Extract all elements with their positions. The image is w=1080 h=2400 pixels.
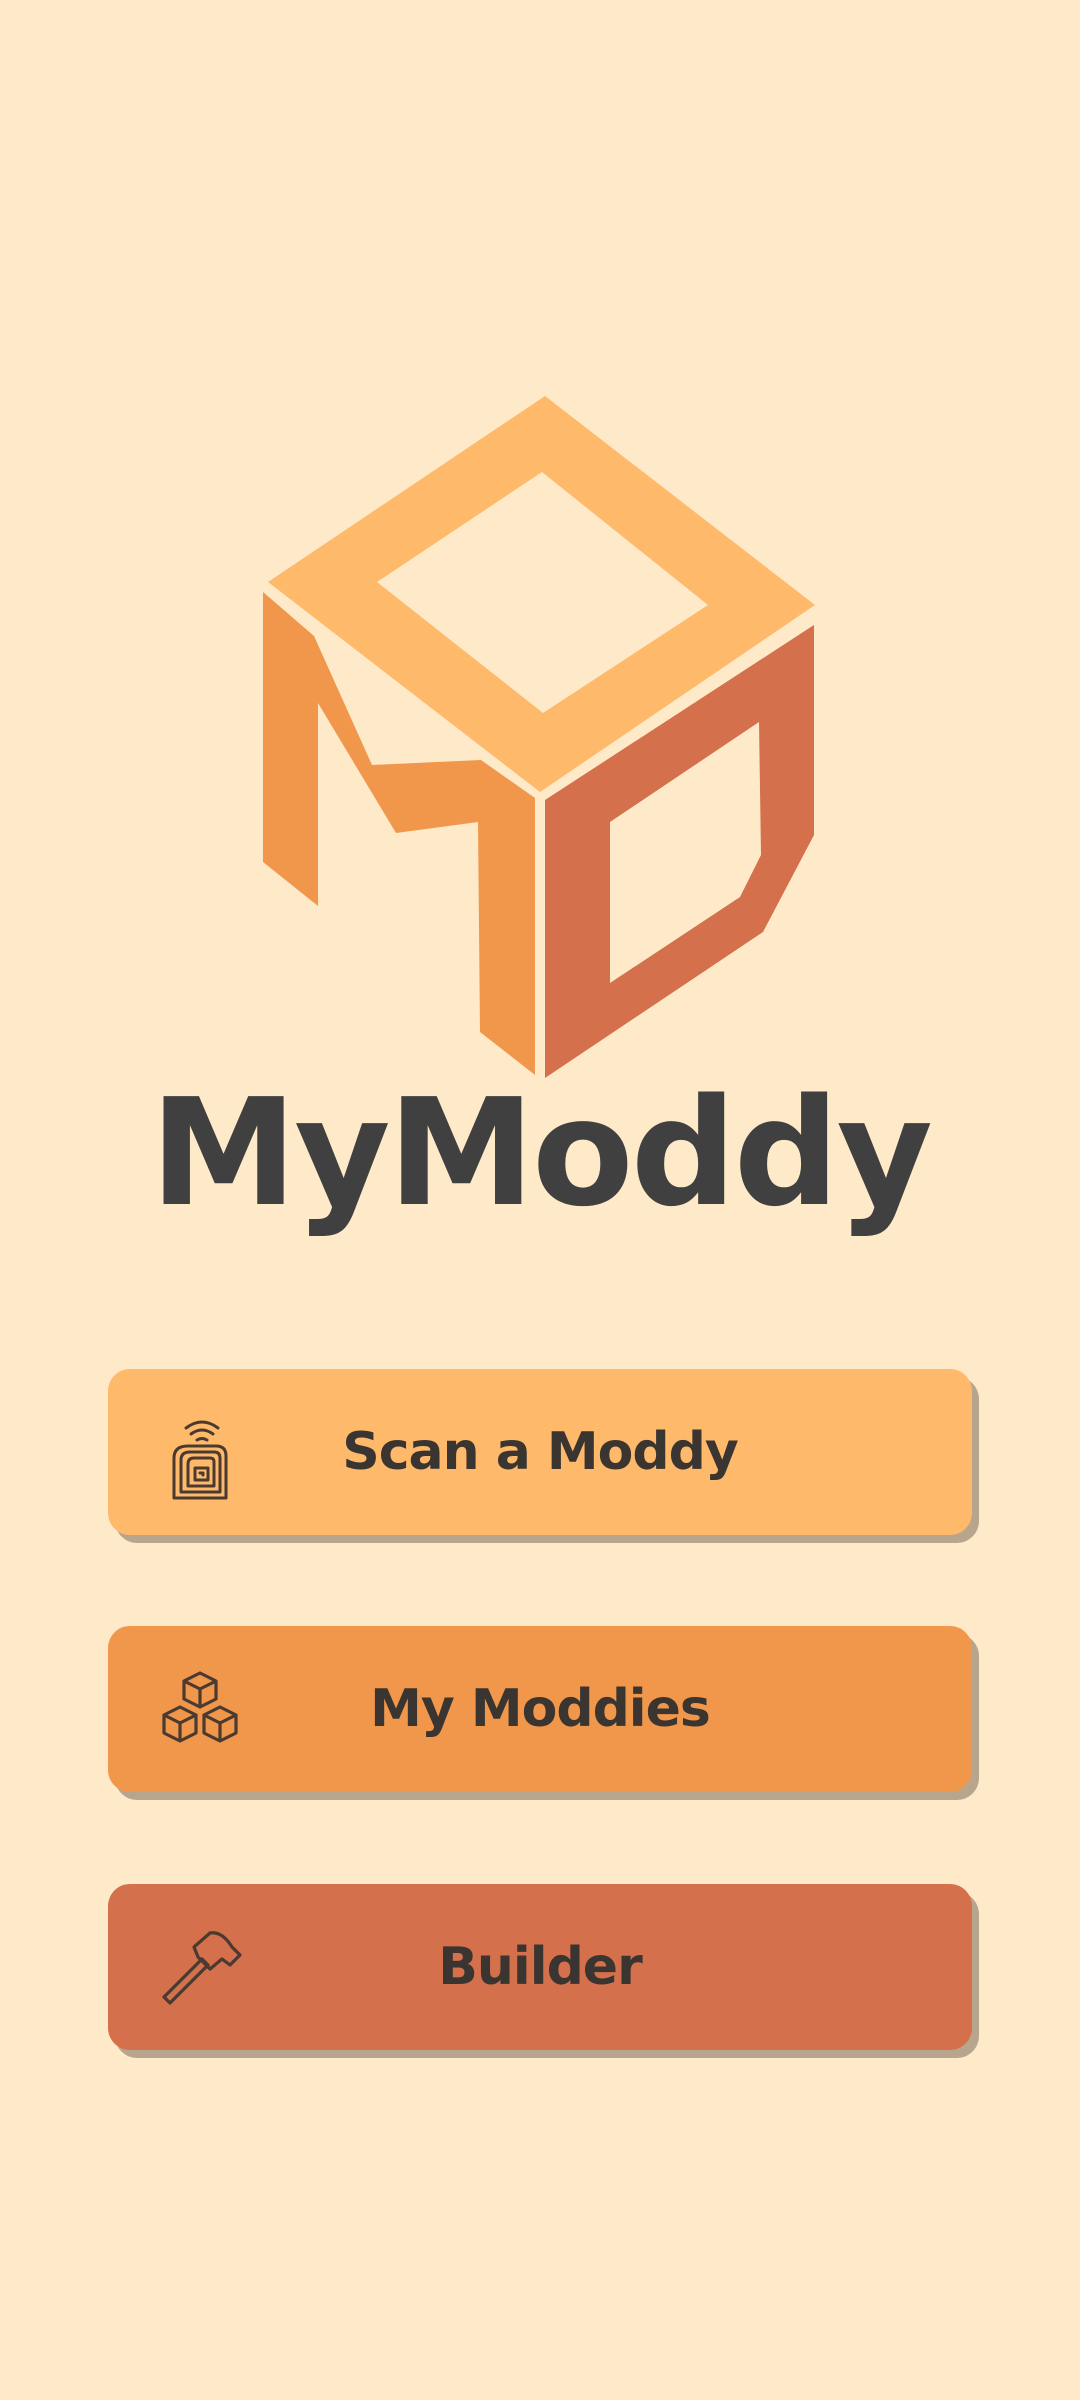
scan-moddy-label: Scan a Moddy <box>342 1422 739 1482</box>
my-moddies-button[interactable]: My Moddies <box>108 1626 972 1792</box>
my-moddies-label: My Moddies <box>370 1679 711 1739</box>
builder-button[interactable]: Builder <box>108 1884 972 2050</box>
cube-logo-icon <box>263 396 815 1078</box>
builder-label: Builder <box>438 1937 642 1997</box>
scan-moddy-button[interactable]: Scan a Moddy <box>108 1369 972 1535</box>
app-title: MyModdy <box>149 1067 933 1239</box>
